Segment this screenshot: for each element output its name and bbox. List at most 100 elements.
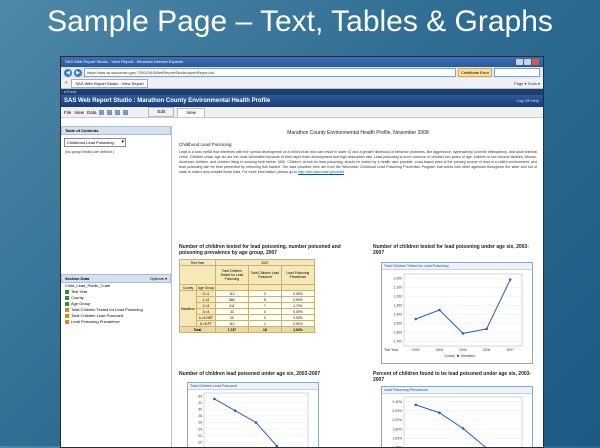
report-area: Marathon County Environmental Health Pro… — [173, 126, 543, 447]
county-cell: Marathon — [180, 291, 197, 327]
chart1-frame: Total Children Tested for Lead Poisoning… — [381, 262, 533, 364]
toc-header[interactable]: Table of Contents — [61, 126, 171, 135]
chart1-inner-title: Total Children Tested for Lead Poisoning — [382, 263, 532, 270]
report-paragraph: Lead is a toxic metal that interferes wi… — [179, 150, 537, 175]
section-data-header[interactable]: Section Data Options ▾ — [61, 274, 171, 283]
chart1-title: Number of children tested for lead poiso… — [373, 244, 533, 256]
plot-area — [404, 397, 522, 447]
command-menu[interactable]: Page ▾ Tools ▾ — [514, 81, 540, 86]
back-icon[interactable]: ◀ — [64, 69, 72, 77]
x-axis-label: Test Year — [384, 348, 399, 352]
left-panel: Table of Contents Childhood Lead Poisoni… — [61, 126, 172, 447]
export-icon[interactable] — [115, 110, 120, 115]
search-input[interactable] — [494, 68, 540, 77]
toc-select[interactable]: Childhood Lead Poisoning — [64, 138, 126, 147]
y-tick-label: 1.80% — [392, 427, 402, 431]
menu-data[interactable]: Data — [87, 110, 97, 115]
measure-icon — [65, 308, 69, 312]
data-point — [462, 427, 465, 430]
y-tick-label: 2.40% — [392, 400, 402, 404]
data-point — [255, 421, 258, 424]
y-tick-label: 1,200 — [394, 295, 403, 299]
section-data-title: Section Data — [65, 276, 89, 281]
address-bar-row: ◀ ▶ https://sas.wi.wisconsin.gov:7901/SA… — [61, 67, 543, 78]
y-tick-label: 1,700 — [394, 340, 403, 344]
x-tick-label: 2006 — [483, 348, 491, 352]
tab-edit[interactable]: Edit — [148, 107, 174, 117]
chart2-inner-title: Total Children Lead Poisoned — [188, 383, 318, 390]
chart2-frame: Total Children Lead Poisoned 34 32 30 28 26 2… — [187, 382, 319, 447]
column-header: Lead Poisoning Prevalence — [281, 266, 314, 285]
chart3-title: Percent of children found to be lead poi… — [373, 371, 538, 383]
address-input[interactable]: https://sas.wi.wisconsin.gov:7901/SASWeb… — [84, 68, 456, 77]
data-point — [462, 332, 465, 335]
plot-area — [404, 274, 522, 346]
y-tick-label: 24 — [198, 427, 202, 431]
app-title: SAS Web Report Studio : Marathon County … — [64, 98, 270, 104]
command-bar: ★ SAS Web Report Studio - View Report Pa… — [61, 78, 543, 89]
chart3-svg: 2.40%2.20%2.00%1.80%1.60%1.40% — [382, 394, 530, 447]
tab-view[interactable]: View — [177, 108, 205, 117]
legend-marker — [457, 355, 459, 357]
report-title: Marathon County Environmental Health Pro… — [173, 130, 543, 136]
chart2-title: Number of children lead poisoned under a… — [179, 371, 379, 377]
y-tick-label: 20 — [198, 440, 202, 444]
category-icon — [65, 302, 69, 306]
column-header: Total Children Lead Poisoned — [248, 266, 281, 285]
y-tick-label: 2.20% — [392, 409, 402, 413]
data-point — [509, 278, 512, 281]
y-tick-label: 26 — [198, 421, 202, 425]
plot-area — [204, 393, 308, 447]
save-icon[interactable] — [99, 110, 104, 115]
maximize-icon[interactable] — [524, 59, 531, 65]
x-tick-label: 2007 — [506, 348, 514, 352]
browser-window: SAS Web Report Studio - View Report - Wi… — [60, 56, 544, 448]
report-subtitle: Childhood Lead Poisoning — [179, 142, 543, 147]
column-header: Total Children Tested for Lead Poisoning — [215, 266, 248, 285]
data-point — [415, 404, 418, 407]
favorites-star-icon[interactable]: ★ — [64, 80, 68, 86]
y-tick-label: 32 — [198, 401, 202, 405]
minimize-icon[interactable] — [516, 59, 523, 65]
category-icon — [65, 290, 69, 294]
menu-file[interactable]: File — [64, 110, 71, 115]
chart3-inner-title: Lead Poisoning Prevalence — [382, 387, 532, 394]
data-point — [415, 318, 418, 321]
app-header-links[interactable]: Log Off Help — [517, 95, 539, 107]
legend-series-name: Marathon — [461, 354, 475, 358]
info-link[interactable]: http://dhs.wisconsin.gov/lead — [298, 170, 344, 174]
x-tick-label: 2005 — [459, 348, 467, 352]
tree-item[interactable]: Lead Poisoning Prevalence — [65, 319, 171, 325]
data-point — [438, 411, 441, 414]
close-icon[interactable] — [532, 59, 539, 65]
x-tick-label: 2004 — [436, 348, 444, 352]
measure-icon — [65, 320, 69, 324]
forward-icon[interactable]: ▶ — [74, 69, 82, 77]
y-tick-label: 30 — [198, 408, 202, 412]
legend-label: County — [444, 354, 455, 358]
menu-view[interactable]: View — [74, 110, 84, 115]
category-icon — [65, 296, 69, 300]
certificate-error-badge[interactable]: Certificate Error — [458, 68, 492, 77]
chart1-svg: 1,0001,1001,2001,3001,4001,5001,6001,700… — [382, 270, 530, 362]
refresh-icon[interactable] — [123, 110, 128, 115]
table-title: Number of children tested for lead poiso… — [179, 244, 359, 256]
options-menu[interactable]: Options ▾ — [150, 275, 170, 282]
y-tick-label: 28 — [198, 414, 202, 418]
chart2-svg: 343230282624222018 — [188, 390, 316, 447]
app-title-bar: SAS Web Report Studio : Marathon County … — [61, 95, 543, 107]
app-toolbar: File View Data Edit View — [61, 107, 543, 118]
y-tick-label: 1,600 — [394, 331, 403, 335]
y-tick-label: 34 — [198, 394, 202, 398]
y-tick-label: 1,400 — [394, 313, 403, 317]
y-tick-label: 1,500 — [394, 322, 403, 326]
y-tick-label: 1.60% — [392, 436, 402, 440]
y-tick-label: 1,300 — [394, 304, 403, 308]
print-icon[interactable] — [107, 110, 112, 115]
data-point — [234, 409, 237, 412]
section-data-tree: Child_Lead_Public_Cube Test Year County … — [61, 283, 171, 325]
y-tick-label: 2.00% — [392, 418, 402, 422]
chart3-frame: Lead Poisoning Prevalence 2.40% 2.20% 2.00… — [381, 386, 533, 447]
browser-tab[interactable]: SAS Web Report Studio - View Report — [71, 79, 147, 88]
data-point — [213, 398, 216, 401]
